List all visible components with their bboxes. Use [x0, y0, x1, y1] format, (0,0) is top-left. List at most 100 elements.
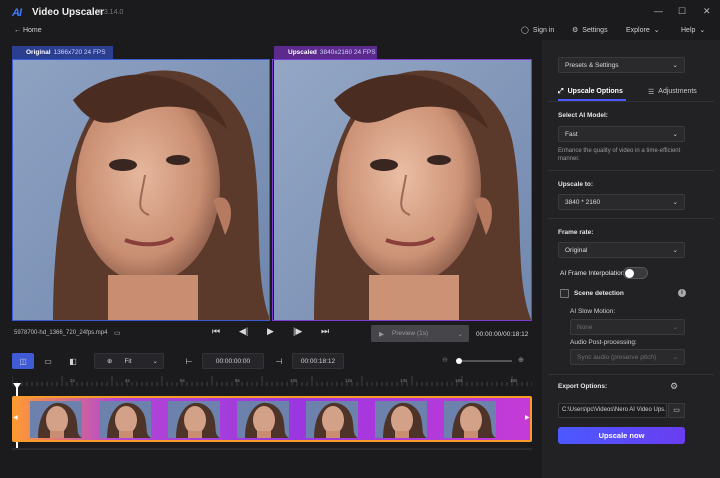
chevron-down-icon: ⌄: [672, 354, 678, 361]
upscaled-frame-image: [274, 60, 531, 320]
export-path-field[interactable]: C:\Users\pc\Videos\Nero AI Video Ups...: [558, 403, 667, 418]
zoom-slider-handle[interactable]: [456, 358, 462, 364]
ruler-label: 14s: [400, 378, 408, 383]
folder-icon[interactable]: ▭: [114, 329, 121, 337]
original-meta: 1366x720 24 FPS: [53, 49, 106, 56]
frame-rate-dropdown[interactable]: Original ⌄: [558, 242, 685, 258]
compare-view-button[interactable]: ◧: [63, 353, 83, 369]
clip-thumbnail: [168, 401, 220, 438]
clip-thumbnail: [306, 401, 358, 438]
close-button[interactable]: ✕: [703, 6, 711, 17]
gear-icon[interactable]: ⚙: [670, 381, 678, 392]
zoom-select[interactable]: ⊕ Fit ⌄: [94, 353, 164, 369]
model-label: Select AI Model:: [558, 112, 608, 119]
playhead-handle-icon[interactable]: [13, 383, 21, 389]
clip-thumbnail: [237, 401, 289, 438]
tab-upscale-options[interactable]: ⤢ Upscale Options: [558, 88, 623, 96]
compare-view-icon: ◧: [69, 356, 77, 366]
timeline-scrollbar[interactable]: [12, 448, 532, 450]
upscaled-video-pane[interactable]: [272, 59, 532, 321]
chevron-down-icon: ⌄: [672, 247, 678, 254]
folder-icon[interactable]: ▭: [668, 403, 685, 418]
split-view-button[interactable]: ◫: [12, 353, 34, 369]
set-end-icon[interactable]: ⊣: [272, 353, 286, 369]
next-frame-icon[interactable]: |▶: [293, 326, 302, 337]
gear-icon: ⚙: [572, 27, 579, 34]
zoom-out-icon[interactable]: ⊖: [442, 356, 448, 364]
divider: [548, 374, 714, 375]
info-icon[interactable]: i: [678, 289, 686, 297]
clip-thumbnail: [375, 401, 427, 438]
model-dropdown[interactable]: Fast ⌄: [558, 126, 685, 142]
slow-motion-dropdown[interactable]: None ⌄: [570, 319, 685, 335]
presets-dropdown[interactable]: Presets & Settings ⌄: [558, 57, 685, 73]
play-icon[interactable]: ▶: [267, 326, 274, 337]
clip-thumbnail: [30, 401, 82, 438]
title-bar: [0, 0, 720, 40]
divider: [548, 218, 714, 219]
tab-adjustments[interactable]: ☰ Adjustments: [648, 88, 697, 96]
help-menu[interactable]: Help ⌄: [681, 26, 705, 35]
start-time-field[interactable]: 00:00:00:00: [202, 353, 264, 369]
app-logo: AI: [12, 7, 22, 19]
audio-value: Sync audio (preserve pitch): [577, 353, 657, 361]
interp-toggle-knob[interactable]: [625, 269, 634, 278]
chevron-down-icon: ⌄: [457, 330, 463, 338]
explore-label: Explore: [626, 26, 650, 34]
single-view-icon: ▭: [44, 356, 52, 366]
explore-menu[interactable]: Explore ⌄: [626, 26, 660, 35]
timeline-ruler: [12, 376, 532, 386]
settings-label: Settings: [582, 26, 608, 34]
skip-start-icon[interactable]: ⏮: [212, 326, 220, 337]
clip-thumbnail: [444, 401, 496, 438]
zoom-in-icon[interactable]: ⊕: [518, 356, 524, 364]
ruler-label: 6s: [180, 378, 185, 383]
original-video-pane[interactable]: [12, 59, 270, 321]
trim-left-icon[interactable]: ◀: [13, 414, 18, 421]
preview-button[interactable]: ▶ Preview (1s) ⌄: [371, 325, 469, 342]
slow-motion-label: AI Slow Motion:: [570, 308, 616, 315]
ruler-label: 12s: [345, 378, 353, 383]
tab-divider: [548, 101, 714, 102]
zoom-slider[interactable]: [456, 360, 512, 362]
upscale-icon: ⤢: [558, 88, 564, 95]
ruler-label: 4s: [125, 378, 130, 383]
ruler-label: 16s: [455, 378, 463, 383]
upscale-to-dropdown[interactable]: 3840 * 2160 ⌄: [558, 194, 685, 210]
app-title: Video Upscaler: [32, 7, 105, 18]
set-start-icon[interactable]: ⊢: [182, 353, 196, 369]
original-tag: Original 1366x720 24 FPS: [12, 46, 113, 59]
clip-thumbnail: [99, 401, 151, 438]
scene-detection-checkbox[interactable]: [560, 289, 569, 298]
scene-detection-label: Scene detection: [574, 290, 624, 297]
ruler-label: 2s: [70, 378, 75, 383]
prev-frame-icon[interactable]: ◀|: [239, 326, 248, 337]
slow-motion-value: None: [577, 323, 593, 331]
minimize-button[interactable]: —: [654, 6, 663, 16]
presets-label: Presets & Settings: [565, 61, 619, 69]
trim-right-icon[interactable]: ▶: [525, 414, 530, 421]
signin-label: Sign in: [532, 26, 555, 34]
preview-label: Preview (1s): [392, 330, 429, 337]
signin-button[interactable]: ◯ Sign in: [521, 26, 555, 35]
end-time-field[interactable]: 00:00:18:12: [292, 353, 344, 369]
single-view-button[interactable]: ▭: [38, 353, 58, 369]
chevron-down-icon: ⌄: [653, 27, 660, 34]
tab-upscale-label: Upscale Options: [567, 88, 623, 95]
upscaled-meta: 3840x2160 24 FPS: [319, 49, 376, 56]
divider: [548, 170, 714, 171]
audio-dropdown[interactable]: Sync audio (preserve pitch) ⌄: [570, 349, 685, 365]
chevron-down-icon: ⌄: [672, 324, 678, 331]
settings-button[interactable]: ⚙ Settings: [572, 26, 608, 35]
split-view-icon: ◫: [19, 356, 27, 366]
zoom-value: Fit: [124, 357, 132, 365]
ruler-label: 18s: [510, 378, 518, 383]
skip-end-icon[interactable]: ⏭: [321, 326, 329, 337]
frame-rate-label: Frame rate:: [558, 229, 594, 236]
export-label: Export Options:: [558, 383, 608, 390]
chevron-down-icon: ⌄: [672, 62, 678, 69]
maximize-button[interactable]: ☐: [678, 6, 686, 17]
ruler-label: 8s: [235, 378, 240, 383]
home-link[interactable]: ← Home: [14, 27, 42, 34]
upscale-now-button[interactable]: Upscale now: [558, 427, 685, 444]
